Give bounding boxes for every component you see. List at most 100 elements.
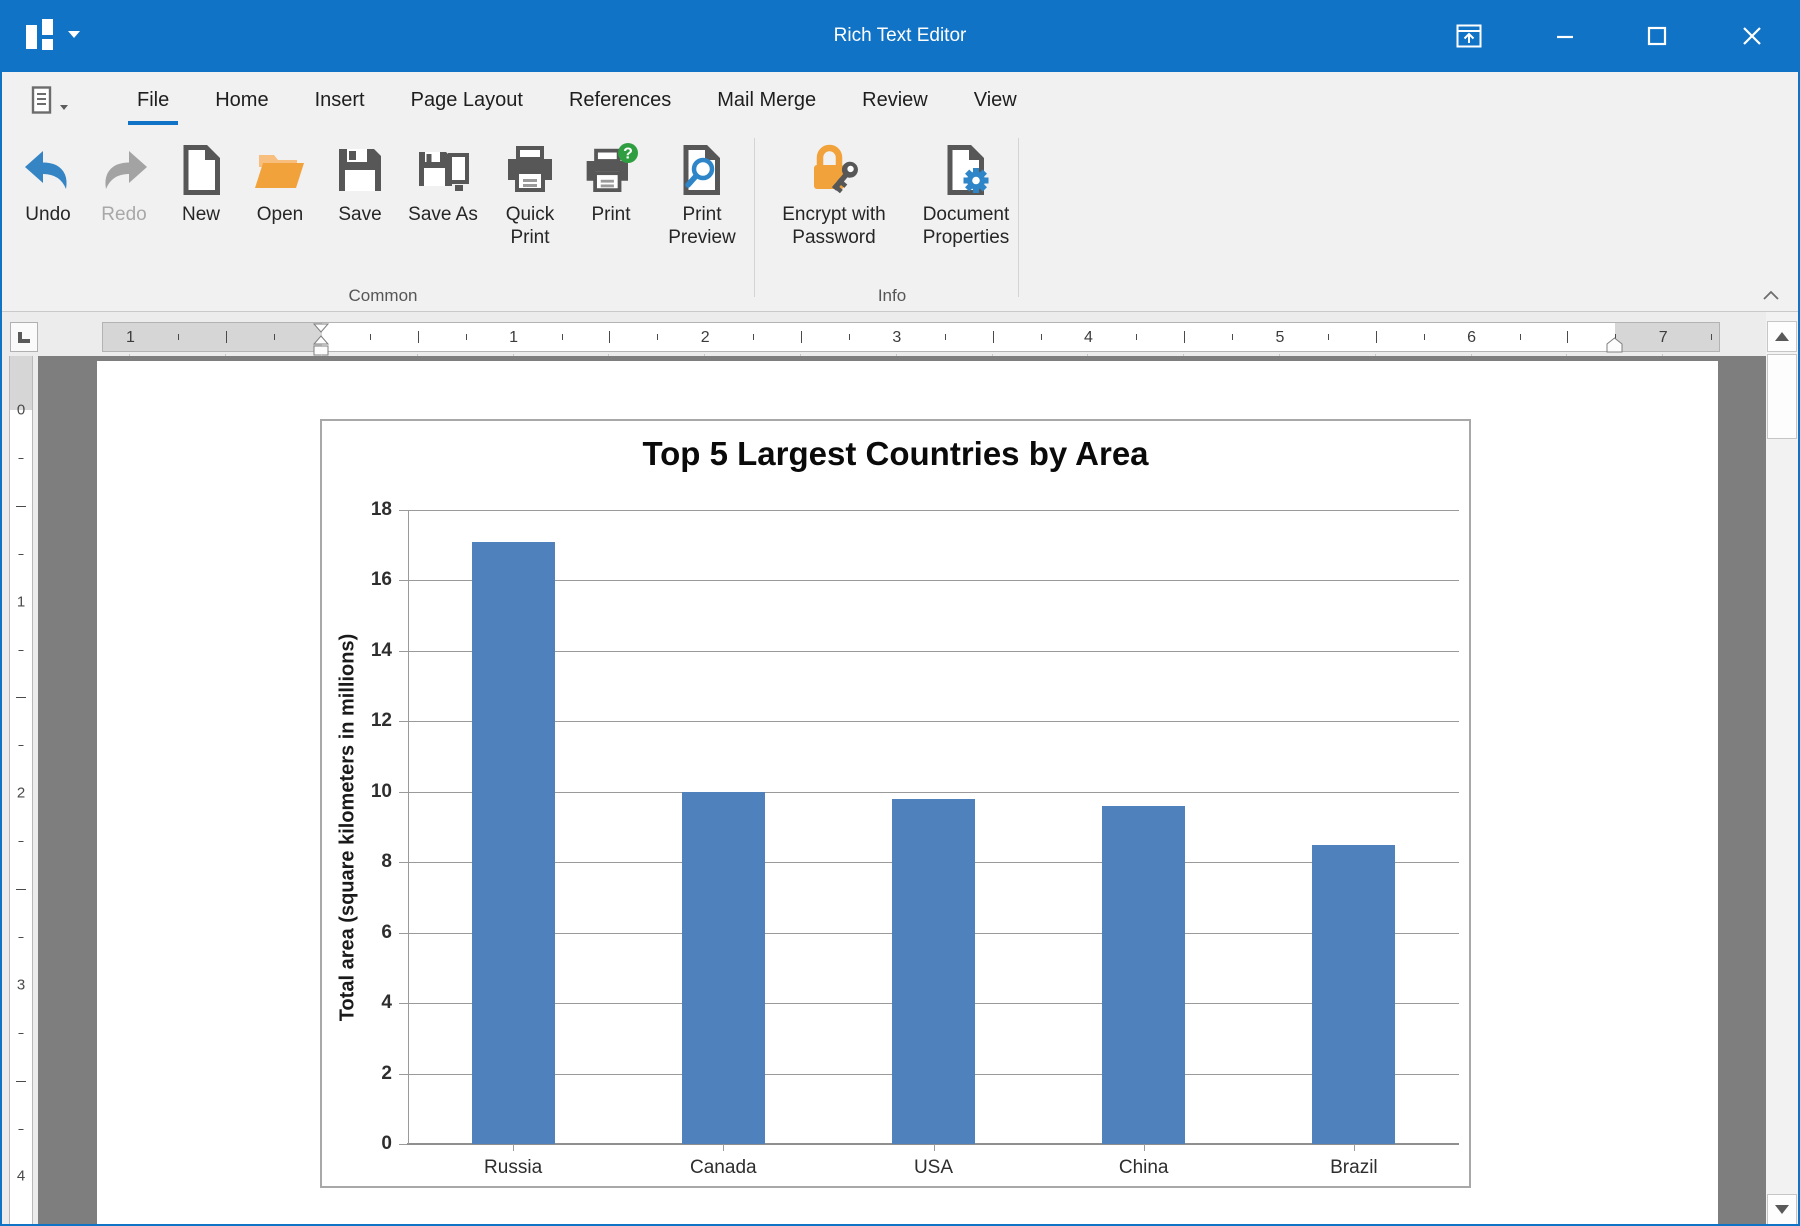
print-preview-button[interactable]: Print Preview <box>648 128 756 249</box>
ruler-tick <box>19 650 24 651</box>
document-page[interactable]: Top 5 Largest Countries by Area Total ar… <box>97 361 1718 1226</box>
y-axis-tick-label: 16 <box>322 569 392 591</box>
arrow-up-icon <box>1775 332 1789 341</box>
y-axis-tick-label: 0 <box>322 1133 392 1155</box>
ruler-number: 1 <box>126 323 135 352</box>
redo-icon <box>95 140 153 200</box>
ruler-tick <box>657 334 658 340</box>
y-axis-tick <box>399 721 408 722</box>
ruler-number: 4 <box>10 1168 32 1185</box>
svg-text:?: ? <box>623 146 633 163</box>
scroll-up-button[interactable] <box>1767 321 1797 352</box>
tab-review[interactable]: Review <box>839 72 951 128</box>
embedded-bar-chart[interactable]: Top 5 Largest Countries by Area Total ar… <box>320 419 1471 1188</box>
quick-print-button[interactable]: Quick Print <box>486 128 574 249</box>
print-icon: ? <box>582 140 640 200</box>
ruler-number: 5 <box>1276 323 1285 352</box>
tab-view[interactable]: View <box>951 72 1040 128</box>
button-label: Save As <box>408 203 478 226</box>
print-button[interactable]: ?Print <box>574 128 648 226</box>
group-separator <box>754 138 755 297</box>
tab-stop-left-icon <box>18 332 30 343</box>
encrypt-password-icon <box>805 140 863 200</box>
ruler-tick <box>1041 334 1042 340</box>
save-as-icon <box>414 140 472 200</box>
ruler-tick <box>1711 334 1712 340</box>
ribbon-group-info: Encrypt with PasswordDocument Properties… <box>760 128 1024 311</box>
ruler-tick <box>274 334 275 340</box>
vertical-ruler-strip: 01234 <box>2 356 38 1226</box>
tab-page-layout[interactable]: Page Layout <box>388 72 546 128</box>
app-menu-caret-icon[interactable] <box>68 31 80 38</box>
pin-ribbon-button[interactable] <box>1445 14 1493 58</box>
y-axis-tick <box>399 933 408 934</box>
y-axis-tick <box>399 862 408 863</box>
chart-title: Top 5 Largest Countries by Area <box>322 435 1469 473</box>
tab-insert[interactable]: Insert <box>292 72 388 128</box>
document-properties-button[interactable]: Document Properties <box>908 128 1024 249</box>
redo-button[interactable]: Redo <box>86 128 162 226</box>
tab-home[interactable]: Home <box>192 72 291 128</box>
print-preview-icon <box>673 140 731 200</box>
y-axis-tick-label: 6 <box>322 922 392 944</box>
scrollbar-thumb[interactable] <box>1767 354 1797 439</box>
bar-usa <box>892 799 975 1144</box>
minimize-button[interactable] <box>1541 14 1589 58</box>
ruler-tick <box>19 1129 24 1130</box>
ruler-tick <box>16 1081 26 1082</box>
app-logo-icon[interactable] <box>26 17 56 55</box>
vertical-ruler[interactable]: 01234 <box>9 356 33 1226</box>
tab-mail-merge[interactable]: Mail Merge <box>694 72 839 128</box>
tab-stop-selector[interactable] <box>10 322 38 352</box>
x-axis-category-label: Canada <box>690 1157 757 1179</box>
ruler-number: 1 <box>10 593 32 610</box>
ruler-tick <box>849 334 850 340</box>
y-axis-tick-label: 2 <box>322 1063 392 1085</box>
quick-access-menu-button[interactable] <box>30 84 76 118</box>
ruler-tick <box>418 331 419 343</box>
pin-ribbon-icon <box>1456 24 1482 48</box>
y-axis-tick <box>399 651 408 652</box>
ribbon-group-label: Common <box>10 286 756 306</box>
maximize-button[interactable] <box>1633 14 1681 58</box>
scroll-down-button[interactable] <box>1767 1194 1797 1225</box>
document-properties-icon <box>937 140 995 200</box>
horizontal-ruler[interactable]: 11234567 <box>102 322 1720 352</box>
button-label: New <box>182 203 220 226</box>
ruler-tick <box>1328 334 1329 340</box>
ruler-tick <box>19 937 24 938</box>
x-axis-tick <box>1354 1144 1355 1151</box>
ruler-number: 4 <box>1084 323 1093 352</box>
close-button[interactable] <box>1728 14 1776 58</box>
save-as-button[interactable]: Save As <box>400 128 486 226</box>
undo-button[interactable]: Undo <box>10 128 86 226</box>
tab-file[interactable]: File <box>114 72 192 128</box>
y-axis-tick-label: 18 <box>322 499 392 521</box>
y-axis-tick-label: 8 <box>322 851 392 873</box>
tab-references[interactable]: References <box>546 72 694 128</box>
ribbon-group-common: UndoRedoNewOpenSaveSave AsQuick Print?Pr… <box>10 128 756 311</box>
ruler-tick <box>19 1033 24 1034</box>
new-document-icon <box>172 140 230 200</box>
chart-gridline <box>408 580 1459 581</box>
window-title: Rich Text Editor <box>2 0 1798 72</box>
ruler-number: 2 <box>10 785 32 802</box>
y-axis-tick <box>399 510 408 511</box>
encrypt-with-password-button[interactable]: Encrypt with Password <box>760 128 908 249</box>
bar-canada <box>682 792 765 1144</box>
collapse-ribbon-button[interactable] <box>1760 287 1782 303</box>
ruler-tick <box>16 506 26 507</box>
vertical-scrollbar[interactable] <box>1766 312 1798 1226</box>
save-button[interactable]: Save <box>320 128 400 226</box>
ruler-tick <box>16 889 26 890</box>
x-axis-tick <box>934 1144 935 1151</box>
button-label: Quick Print <box>502 203 558 249</box>
new-button[interactable]: New <box>162 128 240 226</box>
bar-russia <box>472 542 555 1144</box>
x-axis-tick <box>723 1144 724 1151</box>
ruler-number: 3 <box>10 976 32 993</box>
y-axis-tick <box>399 792 408 793</box>
open-button[interactable]: Open <box>240 128 320 226</box>
chart-gridline <box>408 721 1459 722</box>
y-axis-tick-label: 4 <box>322 992 392 1014</box>
